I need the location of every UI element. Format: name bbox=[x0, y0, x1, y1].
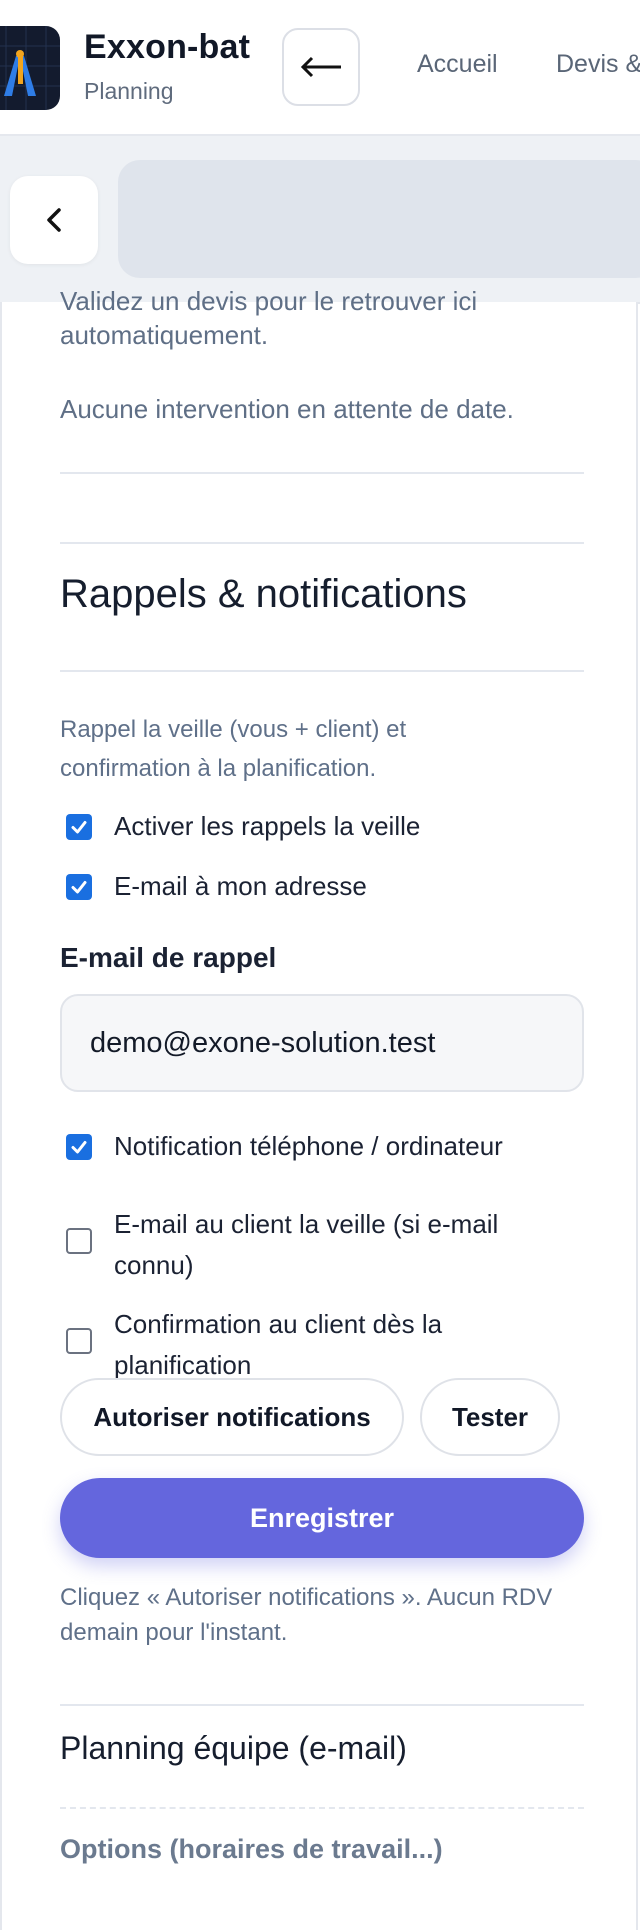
option-client-email-eve[interactable]: E-mail au client la veille (si e-mail co… bbox=[66, 1204, 554, 1286]
toolbar-panel bbox=[118, 160, 640, 278]
divider bbox=[60, 670, 584, 672]
chevron-left-icon bbox=[47, 208, 61, 232]
checkbox-checked-icon[interactable] bbox=[66, 874, 92, 900]
reminder-email-input[interactable] bbox=[60, 994, 584, 1092]
pending-text: automatiquement. bbox=[60, 320, 269, 350]
collapse-button[interactable] bbox=[10, 176, 98, 264]
email-field-label: E-mail de rappel bbox=[60, 942, 277, 973]
pending-cut-line: Validez un devis pour le retrouver ici bbox=[60, 286, 478, 316]
brand-subtitle: Planning bbox=[84, 78, 174, 104]
top-header: Exxon-bat Planning Accueil Devis & bbox=[0, 0, 640, 136]
settings-card: Validez un devis pour le retrouver ici a… bbox=[0, 286, 638, 1930]
option-client-confirmation[interactable]: Confirmation au client dès la planificat… bbox=[66, 1304, 514, 1386]
nav-link-accueil[interactable]: Accueil bbox=[417, 50, 498, 79]
checkbox-checked-icon[interactable] bbox=[66, 1134, 92, 1160]
option-label: Activer les rappels la veille bbox=[114, 811, 421, 841]
nav-link-devis[interactable]: Devis & bbox=[556, 50, 640, 79]
status-helper-text: Cliquez « Autoriser notifications ». Auc… bbox=[60, 1584, 553, 1646]
option-label: Confirmation au client dès la planificat… bbox=[114, 1309, 443, 1380]
checkbox-unchecked-icon[interactable] bbox=[66, 1328, 92, 1354]
option-reminder-eve[interactable]: Activer les rappels la veille bbox=[66, 811, 420, 847]
option-email-me[interactable]: E-mail à mon adresse bbox=[66, 871, 367, 907]
app-logo-icon[interactable] bbox=[0, 26, 60, 110]
working-hours-options-link[interactable]: Options (horaires de travail...) bbox=[60, 1834, 443, 1865]
arrow-left-icon bbox=[300, 56, 341, 78]
option-label: Notification téléphone / ordinateur bbox=[114, 1131, 503, 1161]
back-button[interactable] bbox=[282, 28, 360, 106]
reminders-description: Rappel la veille (vous + client) et conf… bbox=[60, 716, 407, 782]
reminders-title: Rappels & notifications bbox=[60, 572, 467, 616]
team-planning-title[interactable]: Planning équipe (e-mail) bbox=[60, 1730, 407, 1767]
divider bbox=[60, 472, 584, 474]
checkbox-checked-icon[interactable] bbox=[66, 814, 92, 840]
pending-empty-text: Aucune intervention en attente de date. bbox=[60, 394, 514, 424]
brand-name: Exxon-bat bbox=[84, 28, 251, 66]
dashed-divider bbox=[60, 1807, 584, 1809]
save-button[interactable]: Enregistrer bbox=[60, 1478, 584, 1558]
checkbox-unchecked-icon[interactable] bbox=[66, 1228, 92, 1254]
divider bbox=[60, 1704, 584, 1706]
test-button[interactable]: Tester bbox=[420, 1378, 560, 1456]
option-label: E-mail au client la veille (si e-mail co… bbox=[114, 1209, 499, 1280]
secondary-toolbar bbox=[0, 136, 640, 304]
allow-notifications-button[interactable]: Autoriser notifications bbox=[60, 1378, 404, 1456]
option-label: E-mail à mon adresse bbox=[114, 871, 367, 901]
divider bbox=[60, 542, 584, 544]
option-device-notification[interactable]: Notification téléphone / ordinateur bbox=[66, 1131, 503, 1167]
